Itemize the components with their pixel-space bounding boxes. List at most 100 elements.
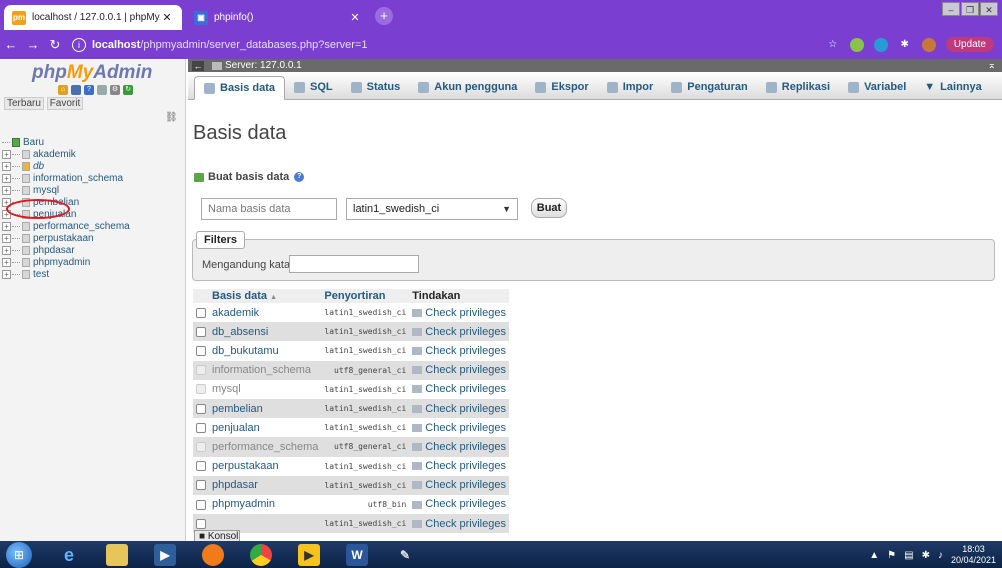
tab-ekspor[interactable]: Ekspor [526, 75, 597, 99]
help-icon[interactable]: ? [294, 172, 305, 182]
row-checkbox[interactable] [196, 518, 206, 529]
column-basis-data[interactable]: Basis data ▲ [209, 289, 322, 303]
expand-icon[interactable]: + [2, 185, 11, 195]
help-icon[interactable]: ? [84, 85, 94, 95]
url-field[interactable]: i localhost /phpmyadmin/server_databases… [72, 37, 826, 52]
windows-start-icon[interactable]: ⊞ [6, 541, 32, 568]
filter-input[interactable] [289, 255, 419, 273]
tree-item[interactable]: + test [2, 268, 184, 280]
check-privileges-link[interactable]: Check privileges [409, 456, 509, 476]
row-checkbox[interactable] [196, 326, 206, 337]
volume-icon[interactable]: ♪ [938, 550, 943, 561]
reload-nav-icon[interactable]: ↻ [123, 85, 133, 95]
collation-select[interactable]: latin1_swedish_ci ▼ [346, 198, 518, 220]
check-privileges-link[interactable]: Check privileges [409, 379, 509, 399]
check-privileges-link[interactable]: Check privileges [409, 494, 509, 515]
create-button[interactable]: Buat [531, 198, 567, 218]
expand-icon[interactable]: + [2, 161, 11, 171]
media-icon[interactable]: ▶ [154, 543, 176, 566]
check-privileges-link[interactable]: Check privileges [409, 514, 509, 534]
check-privileges-link[interactable]: Check privileges [409, 437, 509, 457]
expand-icon[interactable]: + [2, 233, 11, 243]
extension-icon[interactable] [873, 37, 888, 52]
close-window-icon[interactable]: ✕ [980, 2, 998, 16]
database-name-link[interactable]: phpmyadmin [209, 494, 322, 515]
back-icon[interactable]: ← [0, 37, 22, 52]
flag-icon[interactable]: ⚑ [887, 550, 896, 561]
player-icon[interactable]: ▶ [298, 543, 320, 566]
database-name-link[interactable]: phpdasar [209, 475, 322, 495]
close-icon[interactable]: ✕ [348, 11, 362, 24]
row-checkbox[interactable] [196, 461, 206, 472]
row-checkbox[interactable] [196, 346, 206, 357]
tab-phpinfo[interactable]: ▣ phpinfo() ✕ [186, 5, 370, 30]
expand-icon[interactable]: + [2, 173, 11, 183]
tab-replikasi[interactable]: Replikasi [757, 75, 839, 99]
clock[interactable]: 18:03 20/04/2021 [951, 544, 996, 566]
tab-sql[interactable]: SQL [285, 75, 342, 99]
database-name-link[interactable]: db_absensi [209, 322, 322, 342]
check-privileges-link[interactable]: Check privileges [409, 360, 509, 380]
row-checkbox[interactable] [196, 499, 206, 510]
check-privileges-link[interactable]: Check privileges [409, 475, 509, 495]
favorites-tab[interactable]: Favorit [46, 97, 84, 110]
forward-icon[interactable]: → [22, 37, 44, 52]
column-penyortiran[interactable]: Penyortiran [321, 289, 410, 303]
battery-icon[interactable]: ✱ [922, 550, 930, 561]
database-name-link[interactable]: pembelian [209, 398, 322, 419]
logout-icon[interactable] [71, 85, 81, 95]
tree-item[interactable]: + mysql [2, 184, 184, 196]
database-name-link[interactable]: penjualan [209, 418, 322, 438]
check-privileges-link[interactable]: Check privileges [409, 303, 509, 323]
tab-variabel[interactable]: Variabel [839, 75, 915, 99]
row-checkbox[interactable] [196, 307, 206, 318]
tab-pengaturan[interactable]: Pengaturan [662, 75, 757, 99]
info-icon[interactable]: i [72, 37, 86, 52]
check-privileges-link[interactable]: Check privileges [409, 341, 509, 361]
puzzle-icon[interactable]: ✱ [898, 38, 912, 52]
phpmyadmin-logo[interactable]: phpMyAdmin [32, 62, 152, 84]
expand-icon[interactable]: + [2, 257, 11, 267]
close-icon[interactable]: ✕ [160, 11, 174, 24]
word-icon[interactable]: W [346, 543, 368, 566]
database-name-link[interactable]: db_bukutamu [209, 341, 322, 361]
reload-icon[interactable]: ↻ [44, 37, 66, 53]
tree-item[interactable]: + phpmyadmin [2, 256, 184, 268]
extension-icon[interactable] [849, 37, 864, 52]
ie-icon[interactable]: e [58, 544, 80, 566]
star-icon[interactable]: ☆ [826, 38, 840, 52]
minimize-icon[interactable]: – [942, 2, 960, 16]
tab-phpmyadmin[interactable]: pm localhost / 127.0.0.1 | phpMyAdm ✕ [4, 5, 182, 30]
docs-icon[interactable] [97, 85, 107, 95]
collapse-top-icon[interactable]: ⌅ [988, 60, 996, 71]
link-icon[interactable]: ⛓ [165, 112, 178, 123]
tab-basis-data[interactable]: Basis data [194, 76, 286, 100]
chrome-icon[interactable] [250, 543, 272, 566]
database-name-link[interactable]: information_schema [209, 360, 322, 380]
database-name-link[interactable]: performance_schema [209, 437, 322, 457]
check-privileges-link[interactable]: Check privileges [409, 398, 509, 419]
new-tab-button[interactable]: + [375, 7, 393, 25]
tree-item-new[interactable]: Baru [2, 136, 184, 148]
tab-impor[interactable]: Impor [598, 75, 663, 99]
check-privileges-link[interactable]: Check privileges [409, 322, 509, 342]
update-button[interactable]: Update [945, 37, 994, 52]
tree-item[interactable]: + information_schema [2, 172, 184, 184]
tree-item[interactable]: + perpustakaan [2, 232, 184, 244]
expand-icon[interactable]: + [2, 221, 11, 231]
restore-icon[interactable]: ❐ [961, 2, 979, 16]
show-hidden-icon[interactable]: ▲ [869, 550, 879, 561]
expand-icon[interactable]: + [2, 245, 11, 255]
app-icon[interactable]: ✎ [394, 544, 416, 566]
home-icon[interactable]: ⌂ [58, 85, 68, 95]
network-icon[interactable]: ▤ [904, 550, 913, 561]
expand-icon[interactable]: + [2, 149, 11, 159]
expand-icon[interactable]: + [2, 269, 11, 279]
database-name-link[interactable]: perpustakaan [209, 456, 322, 476]
database-name-link[interactable]: mysql [209, 379, 322, 399]
row-checkbox[interactable] [196, 480, 206, 491]
avatar[interactable] [921, 37, 936, 52]
database-name-input[interactable] [201, 198, 337, 220]
database-name-link[interactable]: akademik [209, 303, 322, 323]
tree-item[interactable]: + phpdasar [2, 244, 184, 256]
